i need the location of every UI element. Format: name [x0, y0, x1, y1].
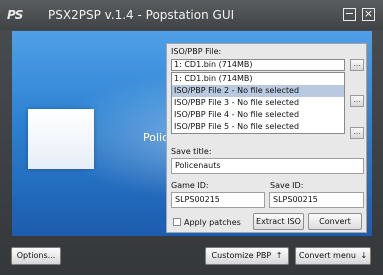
- save-id-field[interactable]: SLPS00215: [269, 192, 364, 208]
- extract-iso-button[interactable]: Extract ISO: [253, 213, 304, 230]
- app-window: PS PSX2PSP v.1.4 - Popstation GUI − × Po…: [0, 0, 383, 275]
- apply-patches-checkbox[interactable]: [173, 218, 181, 226]
- playstation-logo-icon: PS: [7, 8, 23, 22]
- list-item[interactable]: ISO/PBP File 4 - No file selected: [172, 109, 344, 121]
- list-item-selected[interactable]: ISO/PBP File 2 - No file selected: [172, 85, 344, 97]
- browse-button-2[interactable]: ...: [350, 95, 364, 107]
- list-item[interactable]: 1: CD1.bin (714MB): [172, 73, 344, 85]
- game-id-field[interactable]: SLPS00215: [171, 192, 265, 208]
- convert-button[interactable]: Convert: [308, 213, 362, 230]
- game-id-label: Game ID:: [171, 181, 209, 190]
- list-item[interactable]: ISO/PBP File 3 - No file selected: [172, 97, 344, 109]
- customize-pbp-label: Customize PBP: [211, 251, 272, 260]
- game-cover-image[interactable]: [28, 109, 94, 169]
- arrow-down-icon: ↓: [360, 251, 368, 260]
- browse-button-3[interactable]: ...: [350, 127, 364, 139]
- iso-file-list[interactable]: 1: CD1.bin (714MB) ISO/PBP File 2 - No f…: [171, 72, 345, 134]
- options-button[interactable]: Options...: [11, 247, 61, 265]
- close-button[interactable]: ×: [362, 8, 375, 21]
- iso-file-label: ISO/PBP File:: [171, 47, 222, 56]
- customize-pbp-button[interactable]: Customize PBP ↑: [205, 247, 289, 265]
- apply-patches-label: Apply patches: [184, 218, 241, 227]
- save-title-label: Save title:: [171, 147, 212, 156]
- convert-menu-button[interactable]: Convert menu ↓: [295, 247, 371, 265]
- title-bar[interactable]: PS PSX2PSP v.1.4 - Popstation GUI − ×: [0, 0, 383, 30]
- minimize-button[interactable]: −: [343, 8, 356, 21]
- list-item[interactable]: ISO/PBP File 5 - No file selected: [172, 121, 344, 133]
- close-icon: ×: [363, 7, 374, 20]
- minimize-icon: −: [344, 7, 355, 20]
- save-title-field[interactable]: Policenauts: [171, 158, 364, 174]
- save-id-label: Save ID:: [270, 181, 304, 190]
- iso-file-select[interactable]: 1: CD1.bin (714MB): [171, 59, 345, 71]
- convert-menu-label: Convert menu: [298, 251, 356, 260]
- browse-button-1[interactable]: ...: [350, 59, 364, 71]
- window-title: PSX2PSP v.1.4 - Popstation GUI: [48, 8, 235, 22]
- conversion-panel: ISO/PBP File: 1: CD1.bin (714MB) ... 1: …: [166, 43, 367, 233]
- arrow-up-icon: ↑: [275, 251, 283, 260]
